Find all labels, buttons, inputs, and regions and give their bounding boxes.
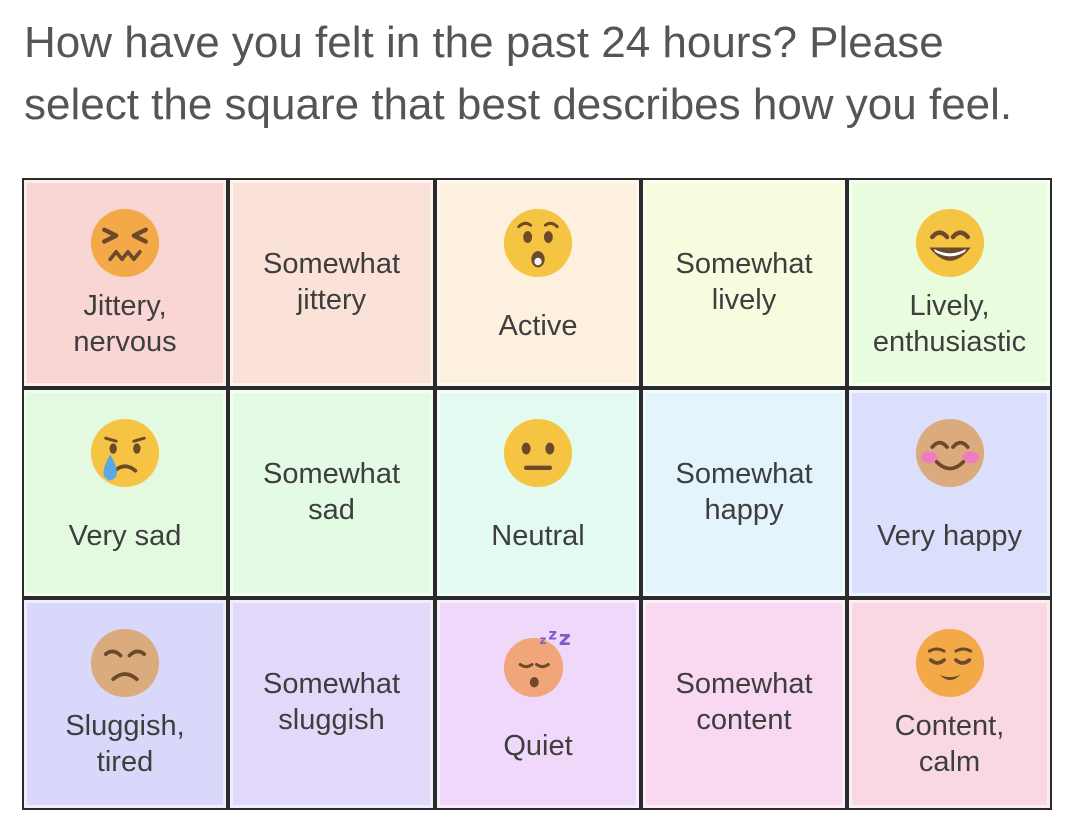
question-text: How have you felt in the past 24 hours? … (24, 18, 1013, 129)
mood-option-label: Somewhat sad (262, 458, 400, 526)
mood-option-label: Neutral (491, 520, 585, 552)
mood-option-somewhat-sluggish[interactable]: Somewhat sluggish (228, 598, 435, 810)
mood-option-label: Somewhat content (675, 668, 813, 736)
mood-option-somewhat-sad[interactable]: Somewhat sad (228, 388, 435, 598)
confounded-face-icon (88, 206, 162, 280)
svg-text:z: z (548, 626, 557, 643)
mood-option-label: Lively, enthusiastic (872, 290, 1027, 358)
mood-grid: Jittery, nervous Somewhat jittery Active So… (22, 178, 1052, 810)
neutral-face-icon (501, 416, 575, 490)
mood-option-somewhat-content[interactable]: Somewhat content (641, 598, 847, 810)
mood-option-quiet[interactable]: z z z Quiet (435, 598, 641, 810)
smiling-face-icon (913, 416, 987, 490)
mood-option-label: Quiet (503, 730, 573, 762)
mood-option-label: Jittery, nervous (73, 290, 177, 358)
mood-option-jittery-nervous[interactable]: Jittery, nervous (22, 178, 228, 388)
hushed-face-icon (501, 206, 575, 280)
sleeping-face-icon: zzz (501, 626, 575, 700)
mood-option-active[interactable]: Active (435, 178, 641, 388)
mood-option-somewhat-lively[interactable]: Somewhat lively (641, 178, 847, 388)
mood-option-very-happy[interactable]: Very happy (847, 388, 1052, 598)
mood-option-very-sad[interactable]: Very sad (22, 388, 228, 598)
mood-option-label: Somewhat happy (675, 458, 813, 526)
grinning-face-icon (913, 206, 987, 280)
mood-option-label: Somewhat lively (675, 248, 813, 316)
mood-option-somewhat-happy[interactable]: Somewhat happy (641, 388, 847, 598)
mood-option-content-calm[interactable]: Content, calm (847, 598, 1052, 810)
mood-option-label: Somewhat jittery (262, 248, 400, 316)
mood-option-lively-enthusiastic[interactable]: Lively, enthusiastic (847, 178, 1052, 388)
mood-option-sluggish-tired[interactable]: Sluggish, tired (22, 598, 228, 810)
mood-option-label: Very sad (68, 520, 182, 552)
disappointed-face-icon (88, 626, 162, 700)
mood-option-label: Content, calm (894, 710, 1005, 778)
crying-face-icon (88, 416, 162, 490)
mood-option-label: Sluggish, tired (65, 710, 185, 778)
mood-option-somewhat-jittery[interactable]: Somewhat jittery (228, 178, 435, 388)
mood-option-neutral[interactable]: Neutral (435, 388, 641, 598)
svg-text:z: z (539, 633, 546, 647)
mood-option-label: Very happy (876, 520, 1023, 552)
mood-option-label: Active (498, 310, 578, 342)
relieved-face-icon (913, 626, 987, 700)
svg-text:z: z (559, 626, 571, 650)
mood-survey-page: How have you felt in the past 24 hours? … (0, 0, 1076, 832)
mood-option-label: Somewhat sluggish (262, 668, 400, 736)
